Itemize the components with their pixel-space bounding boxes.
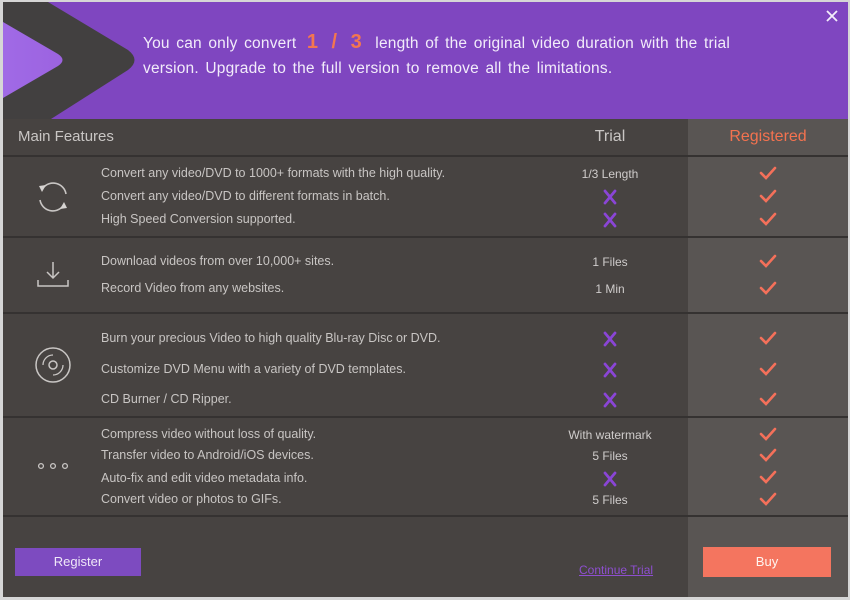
feature-text: Convert any video/DVD to 1000+ formats w… (101, 166, 446, 180)
trial-banner: You can only convert 1 / 3 length of the… (3, 2, 848, 119)
feature-text: Download videos from over 10,000+ sites. (101, 254, 335, 268)
buy-button[interactable]: Buy (703, 547, 831, 577)
check-icon (759, 254, 777, 268)
feature-group-download: Download videos from over 10,000+ sites.… (3, 238, 848, 314)
register-button[interactable]: Register (15, 548, 141, 576)
feature-text: Convert any video/DVD to different forma… (101, 189, 390, 203)
check-icon (759, 189, 777, 203)
cross-icon (603, 471, 617, 487)
trial-value: 5 Files (592, 449, 628, 463)
feature-text: Convert video or photos to GIFs. (101, 492, 282, 506)
logo-icon (3, 2, 135, 119)
check-icon (759, 470, 777, 484)
feature-text: Auto-fix and edit video metadata info. (101, 471, 308, 485)
cross-icon (603, 392, 617, 408)
trial-fraction: 1 / 3 (306, 31, 365, 53)
feature-text: Compress video without loss of quality. (101, 427, 317, 441)
banner-text-start: You can only convert (143, 35, 297, 52)
check-icon (759, 281, 777, 295)
cross-icon (603, 331, 617, 347)
header-trial: Trial (594, 128, 626, 145)
check-icon (759, 492, 777, 506)
convert-icon (39, 182, 67, 212)
feature-text: Burn your precious Video to high quality… (101, 331, 441, 345)
trial-value: 1 Files (592, 255, 628, 269)
check-icon (759, 331, 777, 345)
upgrade-dialog: You can only convert 1 / 3 length of the… (3, 2, 848, 597)
feature-text: High Speed Conversion supported. (101, 212, 296, 226)
more-icon (37, 462, 69, 470)
check-icon (759, 212, 777, 226)
feature-group-more: Compress video without loss of quality. … (3, 418, 848, 517)
continue-trial-link[interactable]: Continue Trial (579, 563, 653, 577)
check-icon (759, 392, 777, 406)
check-icon (759, 427, 777, 441)
feature-text: CD Burner / CD Ripper. (101, 392, 232, 406)
header-main-features: Main Features (18, 128, 114, 145)
cross-icon (603, 189, 617, 205)
banner-message: You can only convert 1 / 3 length of the… (143, 30, 763, 81)
check-icon (759, 448, 777, 462)
feature-text: Customize DVD Menu with a variety of DVD… (101, 362, 406, 376)
trial-value: With watermark (568, 428, 652, 442)
trial-value: 1/3 Length (581, 167, 639, 181)
feature-group-convert: Convert any video/DVD to 1000+ formats w… (3, 157, 848, 238)
cross-icon (603, 362, 617, 378)
download-icon (37, 262, 69, 287)
feature-comparison-table: Main Features Trial Registered Convert a… (3, 119, 848, 517)
trial-value: 5 Files (592, 493, 628, 507)
cross-icon (603, 212, 617, 228)
feature-text: Record Video from any websites. (101, 281, 285, 295)
disc-icon (35, 347, 71, 383)
feature-group-disc: Burn your precious Video to high quality… (3, 314, 848, 418)
trial-value: 1 Min (595, 282, 625, 296)
feature-text: Transfer video to Android/iOS devices. (101, 448, 314, 462)
check-icon (759, 166, 777, 180)
table-header: Main Features Trial Registered (3, 119, 848, 157)
check-icon (759, 362, 777, 376)
close-icon[interactable] (824, 8, 840, 24)
header-registered: Registered (729, 128, 807, 145)
